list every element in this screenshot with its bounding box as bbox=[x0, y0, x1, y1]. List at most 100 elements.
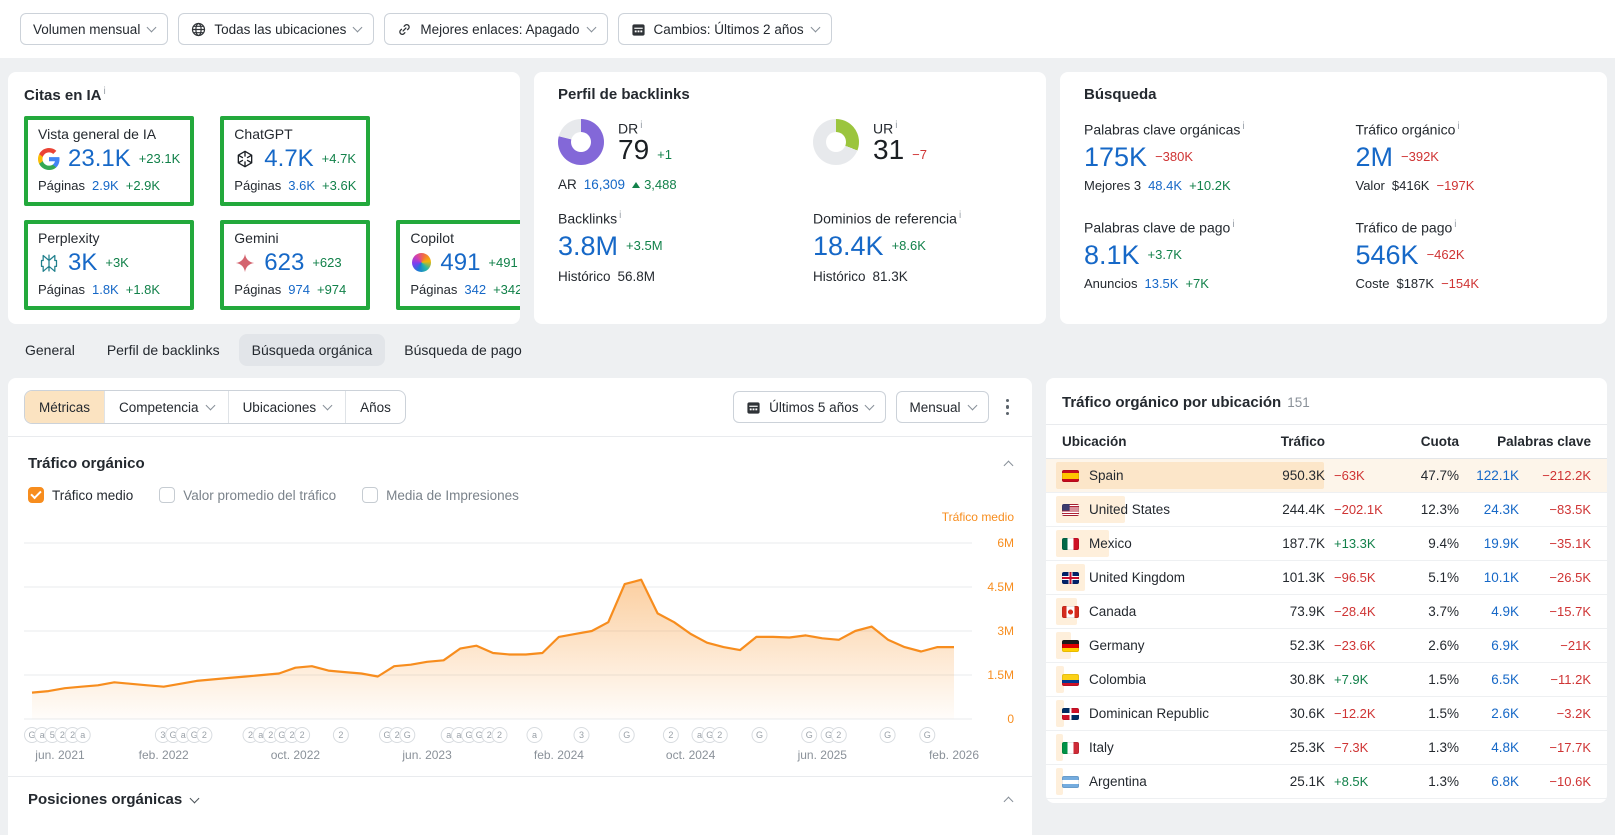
dr-delta: +1 bbox=[657, 147, 672, 163]
info-icon: i bbox=[619, 210, 622, 221]
globe-icon bbox=[191, 22, 206, 37]
metric-value-link[interactable]: 8.1K bbox=[1084, 240, 1140, 269]
checkbox-icon[interactable] bbox=[362, 487, 379, 503]
ai-tile-chatgpt: ChatGPT 4.7K +4.7K Páginas 3.6K +3.6K bbox=[220, 116, 371, 207]
collapse-chevron-icon[interactable] bbox=[1003, 460, 1014, 470]
svg-text:2: 2 bbox=[268, 730, 273, 740]
keywords-link[interactable]: 122.1K bbox=[1476, 468, 1519, 483]
tab-b-squeda-de-pago[interactable]: Búsqueda de pago bbox=[391, 334, 535, 366]
filter-volumen-mensual[interactable]: Volumen mensual bbox=[20, 13, 169, 45]
legend-checkbox-valor-promedio-del-tr-fico[interactable]: Valor promedio del tráfico bbox=[159, 487, 336, 503]
locations-count: 151 bbox=[1287, 395, 1310, 410]
svg-text:a: a bbox=[181, 730, 186, 740]
segment-a-os[interactable]: Años bbox=[345, 391, 405, 423]
ref-domains-metric: Dominios de referencia i 18.4K +8.6K Histó… bbox=[813, 210, 1022, 284]
keywords-link[interactable]: 4.8K bbox=[1491, 740, 1519, 755]
segment-ubicaciones[interactable]: Ubicaciones bbox=[227, 391, 346, 423]
keywords-link[interactable]: 4.9K bbox=[1491, 604, 1519, 619]
search-metrics-grid: Palabras clave orgánicas i 175K −380K Mej… bbox=[1084, 121, 1583, 291]
chart-legend: Tráfico medio Valor promedio del tráfico… bbox=[8, 472, 1032, 507]
svg-text:1.5M: 1.5M bbox=[987, 668, 1014, 682]
ar-value-link[interactable]: 16,309 bbox=[584, 177, 625, 192]
svg-text:2: 2 bbox=[395, 730, 400, 740]
ai-pages-link[interactable]: 2.9K bbox=[92, 178, 119, 193]
location-row-dominican-republic[interactable]: Dominican Republic 30.6K −12.2K 1.5% 2.6… bbox=[1046, 697, 1607, 731]
tab-perfil-de-backlinks[interactable]: Perfil de backlinks bbox=[94, 334, 233, 366]
granularity-dropdown[interactable]: Mensual bbox=[896, 391, 989, 423]
metric-sub-value[interactable]: 13.5K bbox=[1144, 276, 1178, 291]
filter-mejores-enlaces-apagado[interactable]: Mejores enlaces: Apagado bbox=[384, 13, 608, 45]
location-row-germany[interactable]: Germany 52.3K −23.6K 2.6% 6.9K −21K bbox=[1046, 629, 1607, 663]
keywords-link[interactable]: 24.3K bbox=[1484, 502, 1519, 517]
svg-text:2: 2 bbox=[836, 730, 841, 740]
seo-dashboard: Volumen mensual Todas las ubicaciones Mejo… bbox=[0, 0, 1615, 835]
ai-citations-value-link[interactable]: 623 bbox=[264, 250, 304, 275]
location-row-spain[interactable]: Spain 950.3K −63K 47.7% 122.1K −212.2K bbox=[1046, 459, 1607, 493]
ai-pages-link[interactable]: 974 bbox=[288, 282, 310, 297]
location-row-italy[interactable]: Italy 25.3K −7.3K 1.3% 4.8K −17.7K bbox=[1046, 731, 1607, 765]
metric-value-link[interactable]: 175K bbox=[1084, 142, 1147, 171]
backlinks-value-link[interactable]: 3.8M bbox=[558, 231, 618, 260]
ai-pages-link[interactable]: 3.6K bbox=[288, 178, 315, 193]
ai-citations-value-link[interactable]: 23.1K bbox=[68, 146, 131, 171]
search-panel: Búsqueda Palabras clave orgánicas i 175K … bbox=[1060, 72, 1607, 324]
svg-text:2: 2 bbox=[300, 730, 305, 740]
svg-text:jun. 2025: jun. 2025 bbox=[797, 748, 848, 762]
ai-pages-link[interactable]: 1.8K bbox=[92, 282, 119, 297]
period-dropdown[interactable]: Últimos 5 años bbox=[733, 391, 887, 423]
link-icon bbox=[397, 22, 412, 37]
ai-pages-link[interactable]: 342 bbox=[464, 282, 486, 297]
flag-ca-icon bbox=[1062, 605, 1079, 618]
keywords-link[interactable]: 6.8K bbox=[1491, 774, 1519, 789]
checkbox-icon[interactable] bbox=[28, 487, 44, 503]
location-row-argentina[interactable]: Argentina 25.1K +8.5K 1.3% 6.8K −10.6K bbox=[1046, 765, 1607, 799]
segment-competencia[interactable]: Competencia bbox=[104, 391, 228, 423]
ref-domains-value-link[interactable]: 18.4K bbox=[813, 231, 884, 260]
metric-tr-fico-org-nico: Tráfico orgánico i 2M −392K Valor $416K −… bbox=[1355, 121, 1475, 193]
collapse-chevron-icon[interactable] bbox=[1003, 796, 1014, 806]
triangle-up-icon bbox=[632, 181, 641, 188]
metric-value-link[interactable]: 2M bbox=[1356, 142, 1394, 171]
metric-sub-value: $187K bbox=[1396, 276, 1435, 291]
google-icon bbox=[38, 147, 60, 170]
view-segmented-control: Métricas Competencia Ubicaciones Años bbox=[24, 390, 406, 424]
keywords-link[interactable]: 10.1K bbox=[1484, 570, 1519, 585]
metric-sub-value[interactable]: 48.4K bbox=[1148, 178, 1182, 193]
checkbox-icon[interactable] bbox=[159, 487, 176, 503]
perplexity-icon bbox=[38, 252, 60, 274]
svg-text:a: a bbox=[80, 730, 85, 740]
svg-text:2: 2 bbox=[289, 730, 294, 740]
ur-value: 31 bbox=[873, 134, 905, 166]
location-row-united-kingdom[interactable]: United Kingdom 101.3K −96.5K 5.1% 10.1K … bbox=[1046, 561, 1607, 595]
report-tabs: General Perfil de backlinks Búsqueda orgán… bbox=[0, 334, 1615, 366]
traffic-by-location-panel: Tráfico orgánico por ubicación 151 Ubicac… bbox=[1046, 378, 1607, 803]
organic-traffic-chart[interactable]: Tráfico medio 0 1.5M 3M 4.5M 6M Ga 5 2 2 a 3 Ga G 2 2 a 2… bbox=[8, 507, 1032, 768]
legend-checkbox-media-de-impresiones[interactable]: Media de Impresiones bbox=[362, 487, 519, 503]
legend-checkbox-tr-fico-medio[interactable]: Tráfico medio bbox=[28, 487, 133, 503]
location-row-canada[interactable]: Canada 73.9K −28.4K 3.7% 4.9K −15.7K bbox=[1046, 595, 1607, 629]
ur-block: UR i 31 −7 bbox=[813, 119, 1022, 165]
tab-general[interactable]: General bbox=[12, 334, 88, 366]
location-row-united-states[interactable]: United States 244.4K −202.1K 12.3% 24.3K… bbox=[1046, 493, 1607, 527]
ai-citations-value-link[interactable]: 3K bbox=[68, 250, 97, 275]
tab-b-squeda-org-nica[interactable]: Búsqueda orgánica bbox=[238, 334, 386, 366]
ai-citations-value-link[interactable]: 491 bbox=[440, 250, 480, 275]
kebab-menu[interactable] bbox=[999, 393, 1017, 422]
calendar-icon bbox=[631, 22, 646, 37]
keywords-link[interactable]: 6.5K bbox=[1491, 672, 1519, 687]
segment-m-tricas[interactable]: Métricas bbox=[25, 391, 105, 423]
svg-text:3: 3 bbox=[160, 730, 165, 740]
location-row-colombia[interactable]: Colombia 30.8K +7.9K 1.5% 6.5K −11.2K bbox=[1046, 663, 1607, 697]
ai-citations-value-link[interactable]: 4.7K bbox=[264, 146, 313, 171]
keywords-link[interactable]: 6.9K bbox=[1491, 638, 1519, 653]
svg-text:G: G bbox=[756, 730, 763, 740]
ur-donut-chart bbox=[813, 119, 859, 165]
metric-value-link[interactable]: 546K bbox=[1356, 240, 1419, 269]
filter-todas-las-ubicaciones[interactable]: Todas las ubicaciones bbox=[178, 13, 375, 45]
filter-cambios-ltimos-2-a-os[interactable]: Cambios: Últimos 2 años bbox=[617, 13, 832, 45]
flag-de-icon bbox=[1062, 639, 1079, 652]
organic-positions-section-header[interactable]: Posiciones orgánicas bbox=[8, 776, 1032, 822]
location-row-mexico[interactable]: Mexico 187.7K +13.3K 9.4% 19.9K −35.1K bbox=[1046, 527, 1607, 561]
keywords-link[interactable]: 2.6K bbox=[1491, 706, 1519, 721]
keywords-link[interactable]: 19.9K bbox=[1484, 536, 1519, 551]
